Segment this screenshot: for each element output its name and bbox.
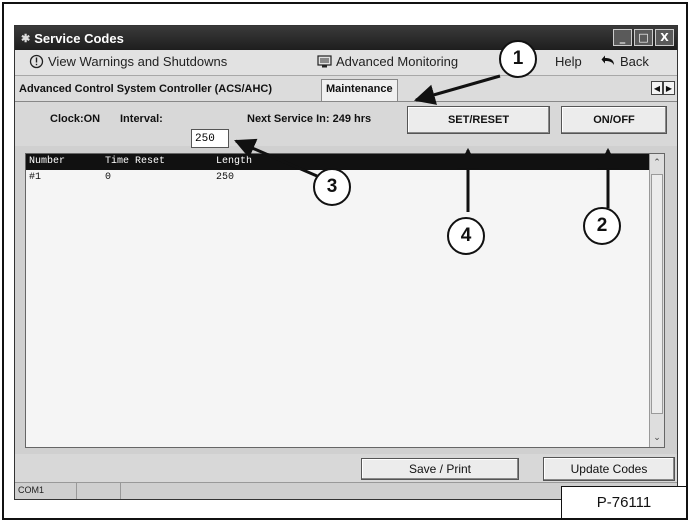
callout-arrows bbox=[234, 74, 619, 212]
callout-3: 3 bbox=[313, 168, 351, 206]
callout-1: 1 bbox=[499, 40, 537, 78]
callout-2: 2 bbox=[583, 207, 621, 245]
callout-1-arrow bbox=[413, 74, 501, 105]
callout-4: 4 bbox=[447, 217, 485, 255]
part-number-label: P-76111 bbox=[561, 486, 687, 519]
callout-3-arrow bbox=[234, 138, 318, 178]
